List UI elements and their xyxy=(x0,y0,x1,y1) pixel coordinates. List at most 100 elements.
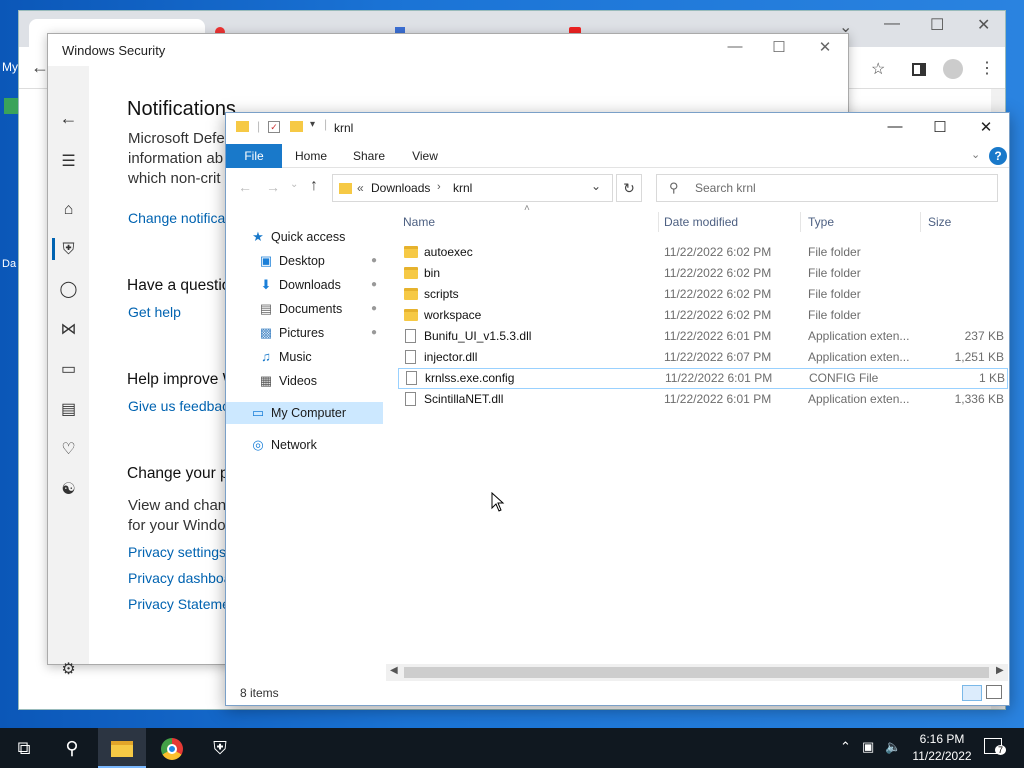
windows-security-taskbar-icon[interactable]: ⛨ xyxy=(196,728,244,768)
tree-item-network[interactable]: ◎ Network xyxy=(226,434,383,456)
back-arrow-icon[interactable]: ← xyxy=(48,106,89,130)
maximize-icon[interactable]: ☐ xyxy=(917,118,963,136)
table-row[interactable]: Bunifu_UI_v1.5.3.dll 11/22/2022 6:01 PM … xyxy=(398,326,1008,347)
folder-icon xyxy=(404,246,418,258)
table-row[interactable]: workspace 11/22/2022 6:02 PM File folder xyxy=(398,305,1008,326)
tab-share[interactable]: Share xyxy=(344,144,394,168)
back-arrow-icon[interactable]: ← xyxy=(238,179,252,195)
large-icons-view-icon[interactable] xyxy=(986,685,1002,699)
dll-file-icon xyxy=(405,329,416,343)
desktop-icon[interactable] xyxy=(4,98,18,114)
new-folder-icon[interactable] xyxy=(290,121,303,132)
window-title: Windows Security xyxy=(62,43,166,58)
scroll-right-arrow-icon[interactable]: ▶ xyxy=(996,665,1004,676)
tree-item-music[interactable]: ♫ Music xyxy=(226,346,383,368)
show-hidden-icons-chevron-icon[interactable]: ⌃ xyxy=(840,739,851,755)
minimize-icon[interactable]: — xyxy=(884,15,900,33)
table-row[interactable]: ScintillaNET.dll 11/22/2022 6:01 PM Appl… xyxy=(398,389,1008,410)
bookmark-star-icon[interactable]: ☆ xyxy=(871,59,885,79)
volume-icon[interactable]: 🔈 xyxy=(885,739,901,755)
close-icon[interactable]: ✕ xyxy=(802,38,848,56)
breadcrumb-downloads[interactable]: Downloads xyxy=(371,181,430,195)
privacy-dashboard-link[interactable]: Privacy dashboa xyxy=(128,570,232,586)
privacy-statement-link[interactable]: Privacy Stateme xyxy=(128,596,230,612)
refresh-icon[interactable]: ↻ xyxy=(616,174,642,202)
shield-icon[interactable]: ⛨ xyxy=(48,238,89,262)
more-menu-icon[interactable]: ⋮ xyxy=(979,58,995,78)
table-row-focused[interactable]: krnlss.exe.config 11/22/2022 6:01 PM CON… xyxy=(398,368,1008,389)
help-icon[interactable]: ? xyxy=(989,147,1007,165)
maximize-icon[interactable]: ☐ xyxy=(756,38,802,56)
column-header-size[interactable]: Size xyxy=(928,210,951,234)
tab-file[interactable]: File xyxy=(226,144,282,168)
column-divider[interactable] xyxy=(800,212,801,232)
tab-home[interactable]: Home xyxy=(286,144,336,168)
table-row[interactable]: bin 11/22/2022 6:02 PM File folder xyxy=(398,263,1008,284)
tree-item-downloads[interactable]: ⬇ Downloads ● xyxy=(226,274,383,296)
column-divider[interactable] xyxy=(920,212,921,232)
feedback-link[interactable]: Give us feedbac xyxy=(128,398,229,414)
scroll-left-arrow-icon[interactable]: ◀ xyxy=(390,665,398,676)
settings-gear-icon[interactable]: ⚙ xyxy=(48,658,89,682)
quick-access-toolbar-dropdown-icon[interactable]: ▾ xyxy=(310,119,315,130)
minimize-icon[interactable]: — xyxy=(872,118,918,135)
search-icon[interactable]: ⚲ xyxy=(48,728,96,768)
breadcrumb-chevron-icon[interactable]: › xyxy=(437,181,441,193)
column-divider[interactable] xyxy=(658,212,659,232)
search-box[interactable]: ⚲ Search krnl xyxy=(656,174,998,202)
close-icon[interactable]: ✕ xyxy=(963,118,1009,136)
breadcrumb-overflow[interactable]: « xyxy=(357,181,364,195)
tree-item-videos[interactable]: ▦ Videos xyxy=(226,370,383,392)
column-header-name[interactable]: Name xyxy=(403,210,435,234)
tree-item-desktop[interactable]: ▣ Desktop ● xyxy=(226,250,383,272)
recent-locations-icon[interactable]: ⌄ xyxy=(290,179,298,190)
family-options-icon[interactable]: ☯ xyxy=(48,478,89,502)
side-panel-icon[interactable] xyxy=(912,63,926,76)
chrome-taskbar-icon[interactable] xyxy=(148,728,196,768)
notification-center-icon[interactable]: 7 xyxy=(984,738,1006,755)
maximize-icon[interactable]: ☐ xyxy=(930,15,944,35)
account-icon[interactable]: ◯ xyxy=(48,278,89,302)
file-explorer-taskbar-icon[interactable] xyxy=(98,728,146,768)
horizontal-scrollbar[interactable]: ◀ ▶ xyxy=(386,664,1008,681)
clock-time[interactable]: 6:16 PM xyxy=(910,732,974,746)
start-windows-icon[interactable]: ⧉ xyxy=(0,728,48,768)
change-notifications-link[interactable]: Change notifica xyxy=(128,210,225,226)
device-security-icon[interactable]: ▤ xyxy=(48,398,89,422)
pin-icon: ● xyxy=(370,303,377,314)
breadcrumb-current[interactable]: krnl xyxy=(453,181,472,195)
address-dropdown-icon[interactable]: ⌄ xyxy=(591,179,601,193)
navigation-pane: ★ Quick access ▣ Desktop ● ⬇ Downloads ● ▤ Doc… xyxy=(226,223,386,663)
tab-view[interactable]: View xyxy=(400,144,450,168)
scrollbar-thumb[interactable] xyxy=(404,667,989,678)
table-row[interactable]: autoexec 11/22/2022 6:02 PM File folder xyxy=(398,242,1008,263)
tree-item-my-computer[interactable]: ▭ My Computer xyxy=(226,402,383,424)
up-arrow-icon[interactable]: ↑ xyxy=(310,177,318,195)
table-row[interactable]: scripts 11/22/2022 6:02 PM File folder xyxy=(398,284,1008,305)
tree-item-documents[interactable]: ▤ Documents ● xyxy=(226,298,383,320)
close-icon[interactable]: ✕ xyxy=(977,15,990,35)
forward-arrow-icon[interactable]: → xyxy=(266,179,280,195)
tree-item-quick-access[interactable]: ★ Quick access xyxy=(226,226,383,248)
network-status-icon[interactable]: ▣ xyxy=(862,739,874,755)
clock-date[interactable]: 11/22/2022 xyxy=(906,749,978,763)
description-line: information ab xyxy=(128,150,224,167)
tree-item-pictures[interactable]: ▩ Pictures ● xyxy=(226,322,383,344)
file-explorer-window[interactable]: | ✓ ▾ | krnl — ☐ ✕ File Home Share View … xyxy=(225,112,1010,706)
column-header-date[interactable]: Date modified xyxy=(664,210,738,234)
device-health-icon[interactable]: ♡ xyxy=(48,438,89,462)
get-help-link[interactable]: Get help xyxy=(128,304,181,320)
properties-check-icon[interactable]: ✓ xyxy=(268,121,280,133)
firewall-network-icon[interactable]: ⋈ xyxy=(48,318,89,342)
address-bar[interactable]: « Downloads › krnl ⌄ xyxy=(332,174,613,202)
column-header-type[interactable]: Type xyxy=(808,210,834,234)
details-view-icon[interactable] xyxy=(962,685,982,701)
hamburger-menu-icon[interactable]: ☰ xyxy=(48,150,89,174)
privacy-settings-link[interactable]: Privacy settings xyxy=(128,544,226,560)
minimize-icon[interactable]: — xyxy=(712,38,758,55)
profile-avatar-icon[interactable] xyxy=(943,59,963,79)
ribbon-expand-chevron-icon[interactable]: ⌄ xyxy=(971,148,980,161)
app-browser-control-icon[interactable]: ▭ xyxy=(48,358,89,382)
home-icon[interactable]: ⌂ xyxy=(48,198,89,222)
table-row[interactable]: injector.dll 11/22/2022 6:07 PM Applicat… xyxy=(398,347,1008,368)
